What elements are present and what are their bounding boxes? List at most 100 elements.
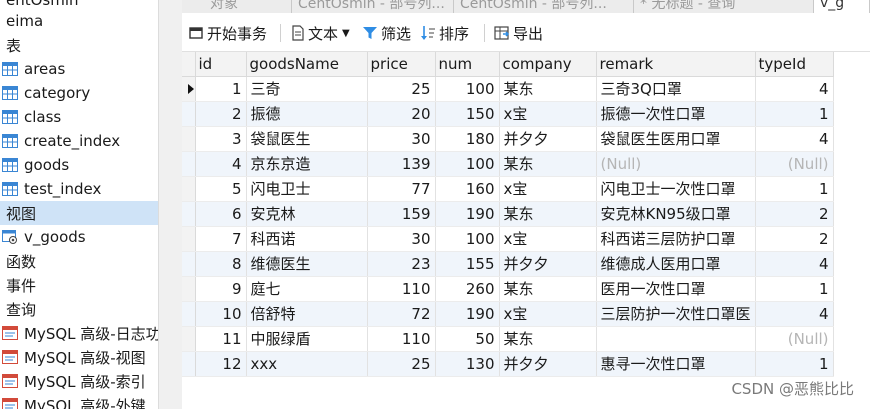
cell-goodsname[interactable]: 袋鼠医生	[246, 126, 368, 152]
cell-typeid[interactable]: (Null)	[755, 326, 834, 352]
table-row[interactable]: 5 闪电卫士 77 160 x宝 闪电卫士一次性口罩 1	[182, 176, 834, 202]
cell-price[interactable]: 25	[367, 76, 436, 102]
row-selector[interactable]	[182, 251, 196, 277]
cell-typeid[interactable]: 4	[755, 301, 834, 327]
cell-remark[interactable]: 闪电卫士一次性口罩	[596, 176, 756, 202]
cell-id[interactable]: 2	[195, 101, 247, 127]
cell-typeid[interactable]: 4	[755, 126, 834, 152]
cell-id[interactable]: 5	[195, 176, 247, 202]
cell-goodsname[interactable]: 庭七	[246, 276, 368, 302]
cell-goodsname[interactable]: 维德医生	[246, 251, 368, 277]
table-row[interactable]: 11 中服绿盾 110 50 某东 (Null)	[182, 326, 834, 352]
table-row[interactable]: 3 袋鼠医生 30 180 并夕夕 袋鼠医生医用口罩 4	[182, 126, 834, 152]
cell-typeid[interactable]: 2	[755, 201, 834, 227]
cell-id[interactable]: 7	[195, 226, 247, 252]
begin-transaction-button[interactable]: 开始事务	[188, 22, 267, 44]
sidebar-item-视图[interactable]: 视图	[0, 201, 158, 225]
cell-price[interactable]: 110	[367, 276, 436, 302]
filter-button[interactable]: 筛选	[362, 22, 411, 44]
cell-remark[interactable]: 三层防护一次性口罩医	[596, 301, 756, 327]
cell-num[interactable]: 190	[435, 301, 500, 327]
sidebar-item-areas[interactable]: areas	[0, 57, 158, 81]
sidebar-item-category[interactable]: category	[0, 81, 158, 105]
cell-price[interactable]: 25	[367, 351, 436, 377]
cell-typeid[interactable]: 4	[755, 76, 834, 102]
cell-company[interactable]: x宝	[499, 176, 597, 202]
sidebar-item-查询[interactable]: 查询	[0, 297, 158, 321]
cell-company[interactable]: 某东	[499, 151, 597, 177]
cell-goodsname[interactable]: 科西诺	[246, 226, 368, 252]
cell-typeid[interactable]: 1	[755, 351, 834, 377]
cell-num[interactable]: 160	[435, 176, 500, 202]
column-header-remark[interactable]: remark	[596, 52, 756, 77]
cell-id[interactable]: 1	[195, 76, 247, 102]
cell-goodsname[interactable]: 闪电卫士	[246, 176, 368, 202]
cell-remark[interactable]: 医用一次性口罩	[596, 276, 756, 302]
cell-goodsname[interactable]: 三奇	[246, 76, 368, 102]
cell-id[interactable]: 11	[195, 326, 247, 352]
cell-remark[interactable]: 科西诺三层防护口罩	[596, 226, 756, 252]
cell-price[interactable]: 110	[367, 326, 436, 352]
cell-typeid[interactable]: 4	[755, 251, 834, 277]
column-header-price[interactable]: price	[367, 52, 436, 77]
cell-goodsname[interactable]: 安克林	[246, 201, 368, 227]
table-row[interactable]: 1 三奇 25 100 某东 三奇3Q口罩 4	[182, 76, 834, 102]
sidebar-item-v_goods[interactable]: v_goods	[0, 225, 158, 249]
cell-num[interactable]: 260	[435, 276, 500, 302]
sidebar-item-create_index[interactable]: create_index	[0, 129, 158, 153]
cell-remark[interactable]: 三奇3Q口罩	[596, 76, 756, 102]
cell-remark[interactable]: 维德成人医用口罩	[596, 251, 756, 277]
cell-company[interactable]: 并夕夕	[499, 351, 597, 377]
cell-num[interactable]: 150	[435, 101, 500, 127]
cell-company[interactable]: x宝	[499, 101, 597, 127]
cell-company[interactable]: x宝	[499, 301, 597, 327]
row-selector[interactable]	[182, 301, 196, 327]
column-header-num[interactable]: num	[435, 52, 500, 77]
cell-company[interactable]: 某东	[499, 326, 597, 352]
cell-num[interactable]: 180	[435, 126, 500, 152]
row-selector[interactable]	[182, 326, 196, 352]
export-button[interactable]: 导出	[494, 22, 543, 44]
cell-id[interactable]: 6	[195, 201, 247, 227]
tab-untitled-query[interactable]: * 无标题 - 查询	[634, 0, 814, 13]
row-selector[interactable]	[182, 101, 196, 127]
cell-num[interactable]: 130	[435, 351, 500, 377]
sidebar-item-eima[interactable]: eima	[0, 9, 158, 33]
cell-company[interactable]: 并夕夕	[499, 251, 597, 277]
cell-num[interactable]: 190	[435, 201, 500, 227]
table-row[interactable]: 8 维德医生 23 155 并夕夕 维德成人医用口罩 4	[182, 251, 834, 277]
row-selector[interactable]	[182, 151, 196, 177]
row-selector[interactable]	[182, 126, 196, 152]
sidebar-item-goods[interactable]: goods	[0, 153, 158, 177]
sidebar-item-mysql-高级-日志功[interactable]: MySQL 高级-日志功	[0, 321, 158, 345]
cell-company[interactable]: 某东	[499, 276, 597, 302]
table-row[interactable]: 9 庭七 110 260 某东 医用一次性口罩 1	[182, 276, 834, 302]
table-row[interactable]: 2 振德 20 150 x宝 振德一次性口罩 1	[182, 101, 834, 127]
cell-company[interactable]: x宝	[499, 226, 597, 252]
cell-price[interactable]: 139	[367, 151, 436, 177]
cell-num[interactable]: 100	[435, 226, 500, 252]
row-selector[interactable]	[182, 351, 196, 377]
cell-company[interactable]: 某东	[499, 201, 597, 227]
sidebar-item-mysql-高级-索引[interactable]: MySQL 高级-索引	[0, 369, 158, 393]
cell-remark[interactable]: 惠寻一次性口罩	[596, 351, 756, 377]
cell-id[interactable]: 10	[195, 301, 247, 327]
tab-query-2[interactable]: CentOsmin - 部号列...	[454, 0, 634, 13]
cell-num[interactable]: 100	[435, 76, 500, 102]
sidebar-item-函数[interactable]: 函数	[0, 249, 158, 273]
cell-company[interactable]: 某东	[499, 76, 597, 102]
tab-objects[interactable]: 对象	[182, 0, 292, 13]
sidebar-item-test_index[interactable]: test_index	[0, 177, 158, 201]
cell-typeid[interactable]: 1	[755, 101, 834, 127]
column-header-company[interactable]: company	[499, 52, 597, 77]
cell-price[interactable]: 30	[367, 226, 436, 252]
sort-button[interactable]: 排序	[420, 22, 469, 44]
sidebar-splitter[interactable]	[158, 0, 182, 409]
row-selector[interactable]	[182, 176, 196, 202]
cell-id[interactable]: 9	[195, 276, 247, 302]
cell-remark[interactable]	[596, 326, 756, 352]
cell-num[interactable]: 155	[435, 251, 500, 277]
cell-price[interactable]: 77	[367, 176, 436, 202]
row-selector[interactable]	[182, 201, 196, 227]
text-button[interactable]: 文本 ▼	[291, 22, 350, 44]
